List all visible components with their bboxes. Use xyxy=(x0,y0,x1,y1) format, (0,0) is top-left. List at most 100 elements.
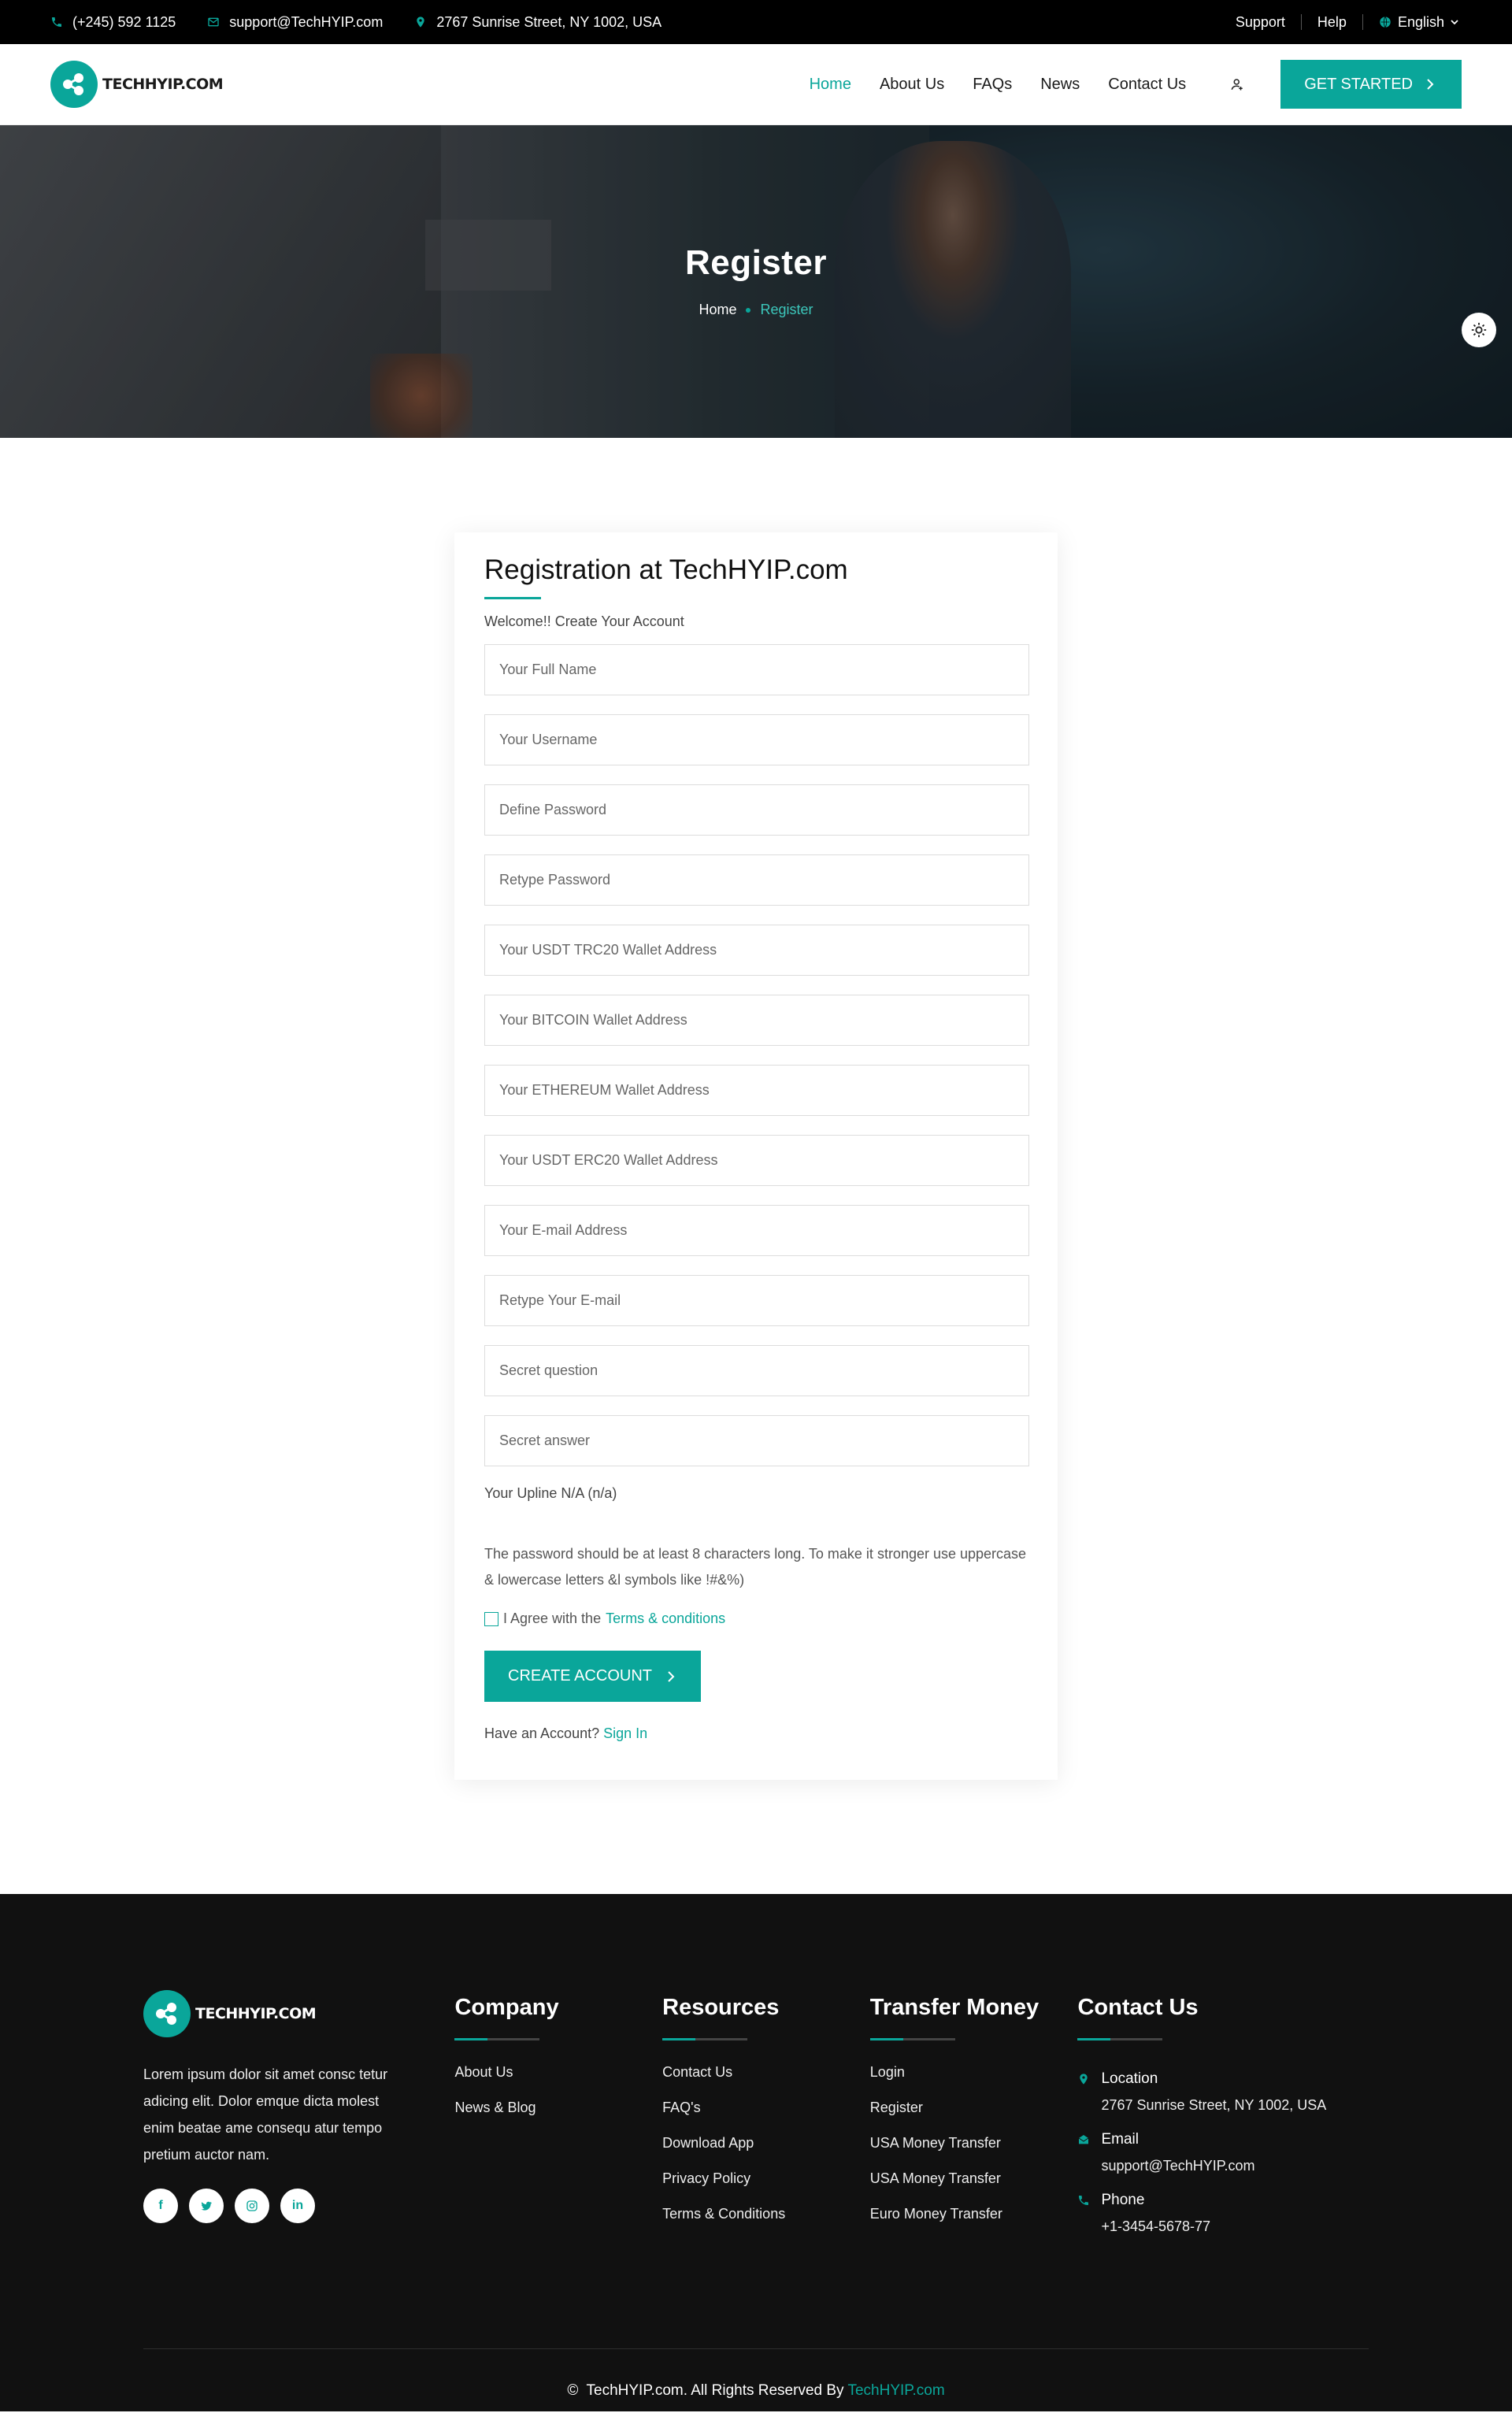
terms-link[interactable]: Terms & conditions xyxy=(606,1610,725,1627)
footer-link[interactable]: Euro Money Transfer xyxy=(870,2206,1078,2222)
footer-transfer-money: Transfer Money Login Register USA Money … xyxy=(869,1988,1078,2252)
footer-link[interactable]: About Us xyxy=(454,2064,662,2081)
breadcrumb-home[interactable]: Home xyxy=(699,302,736,318)
form-subtitle: Welcome!! Create Your Account xyxy=(484,613,684,629)
footer-link[interactable]: USA Money Transfer xyxy=(870,2135,1078,2152)
footer-resources: Resources Contact Us FAQ's Download App … xyxy=(662,1988,870,2252)
nav-faqs[interactable]: FAQs xyxy=(973,76,1012,94)
retype-email-field[interactable] xyxy=(484,1275,1029,1326)
footer-link[interactable]: FAQ's xyxy=(662,2100,870,2116)
breadcrumb-separator xyxy=(746,307,751,313)
contact-value[interactable]: +1-3454-5678-77 xyxy=(1101,2218,1210,2235)
page-title: Register xyxy=(684,243,828,282)
retype-password-field[interactable] xyxy=(484,854,1029,906)
user-icon[interactable] xyxy=(1228,76,1246,93)
location-pin-icon xyxy=(417,17,424,28)
footer-links: Login Register USA Money Transfer USA Mo… xyxy=(870,2064,1078,2222)
nav-contact-us[interactable]: Contact Us xyxy=(1108,76,1186,94)
twitter-icon[interactable] xyxy=(189,2189,224,2223)
username-field[interactable] xyxy=(484,714,1029,765)
bitcoin-field[interactable] xyxy=(484,995,1029,1046)
sign-in-link[interactable]: Sign In xyxy=(603,1725,647,1741)
site-footer: TECHHYIP.COM Lorem ipsum dolor sit amet … xyxy=(0,1894,1512,2411)
heading-underline xyxy=(662,2038,870,2040)
language-selector[interactable]: English xyxy=(1363,14,1462,31)
phone-icon xyxy=(52,17,61,27)
footer-link[interactable]: Privacy Policy xyxy=(662,2170,870,2187)
nav-news[interactable]: News xyxy=(1040,76,1080,94)
create-account-button[interactable]: CREATE ACCOUNT xyxy=(484,1651,701,1702)
bitcoin-input[interactable] xyxy=(499,1012,1014,1029)
chevron-right-icon xyxy=(1427,79,1434,90)
hero-content: Register Home Register xyxy=(0,243,1512,318)
site-logo[interactable]: TECHHYIP.COM xyxy=(50,61,224,108)
footer-contact: Contact Us Location 2767 Sunrise Street,… xyxy=(1077,1988,1369,2252)
heading-underline xyxy=(454,2038,662,2040)
social-links: f in xyxy=(143,2189,454,2223)
secret-question-field[interactable] xyxy=(484,1345,1029,1396)
topbar-email[interactable]: support@TechHYIP.com xyxy=(207,14,383,31)
contact-label: Phone xyxy=(1101,2192,1145,2208)
logo-icon xyxy=(50,61,98,108)
full-name-input[interactable] xyxy=(499,662,1014,678)
instagram-icon[interactable] xyxy=(235,2189,269,2223)
footer-link[interactable]: Terms & Conditions xyxy=(662,2206,870,2222)
usdt-trc20-field[interactable] xyxy=(484,925,1029,976)
footer-links: About Us News & Blog xyxy=(454,2064,662,2116)
footer-heading: Resources xyxy=(662,1995,780,2020)
copyright-link[interactable]: TechHYIP.com xyxy=(847,2382,944,2399)
ethereum-input[interactable] xyxy=(499,1082,1014,1099)
phone-icon xyxy=(1079,2196,1089,2205)
linkedin-icon[interactable]: in xyxy=(280,2189,315,2223)
topbar-phone-text: (+245) 592 1125 xyxy=(72,13,176,30)
footer-link[interactable]: Login xyxy=(870,2064,1078,2081)
retype-email-input[interactable] xyxy=(499,1292,1014,1309)
secret-question-input[interactable] xyxy=(499,1362,1014,1379)
secret-answer-field[interactable] xyxy=(484,1415,1029,1466)
topbar-email-text: support@TechHYIP.com xyxy=(229,13,384,30)
support-link[interactable]: Support xyxy=(1220,14,1301,31)
email-input[interactable] xyxy=(499,1222,1014,1239)
contact-phone: Phone +1-3454-5678-77 xyxy=(1077,2192,1369,2235)
footer-link[interactable]: News & Blog xyxy=(454,2100,662,2116)
copyright: © TechHYIP.com. All Rights Reserved By T… xyxy=(0,2382,1512,2400)
chevron-down-icon xyxy=(1451,20,1458,25)
contact-value[interactable]: support@TechHYIP.com xyxy=(1101,2158,1254,2174)
retype-password-input[interactable] xyxy=(499,872,1014,888)
agree-text: I Agree with the xyxy=(503,1610,602,1626)
envelope-icon xyxy=(1079,2135,1089,2144)
help-link[interactable]: Help xyxy=(1302,14,1362,31)
globe-icon xyxy=(1380,17,1391,28)
username-input[interactable] xyxy=(499,732,1014,748)
email-field[interactable] xyxy=(484,1205,1029,1256)
usdt-erc20-field[interactable] xyxy=(484,1135,1029,1186)
location-pin-icon xyxy=(1080,2074,1088,2085)
form-title: Registration at TechHYIP.com xyxy=(484,554,848,585)
password-hint: The password should be at least 8 charac… xyxy=(484,1546,1027,1588)
footer-link[interactable]: Download App xyxy=(662,2135,870,2152)
password-field[interactable] xyxy=(484,784,1029,836)
create-account-label: CREATE ACCOUNT xyxy=(508,1667,652,1685)
usdt-trc20-input[interactable] xyxy=(499,942,1014,958)
settings-toggle[interactable] xyxy=(1462,313,1496,347)
footer-link[interactable]: USA Money Transfer xyxy=(870,2170,1078,2187)
password-input[interactable] xyxy=(499,802,1014,818)
heading-underline xyxy=(1077,2038,1369,2040)
nav-home[interactable]: Home xyxy=(810,76,851,94)
nav-about-us[interactable]: About Us xyxy=(880,76,944,94)
have-account-text: Have an Account? xyxy=(484,1725,600,1741)
breadcrumb-current: Register xyxy=(760,302,813,317)
footer-link[interactable]: Contact Us xyxy=(662,2064,870,2081)
main-nav: Home About Us FAQs News Contact Us GET S… xyxy=(781,60,1462,109)
get-started-button[interactable]: GET STARTED xyxy=(1280,60,1462,109)
facebook-icon[interactable]: f xyxy=(143,2189,178,2223)
full-name-field[interactable] xyxy=(484,644,1029,695)
get-started-label: GET STARTED xyxy=(1304,75,1413,93)
secret-answer-input[interactable] xyxy=(499,1433,1014,1449)
ethereum-field[interactable] xyxy=(484,1065,1029,1116)
terms-checkbox[interactable] xyxy=(484,1611,498,1626)
usdt-erc20-input[interactable] xyxy=(499,1152,1014,1169)
footer-logo[interactable]: TECHHYIP.COM xyxy=(143,1990,454,2037)
topbar-phone[interactable]: (+245) 592 1125 xyxy=(50,14,176,31)
footer-link[interactable]: Register xyxy=(870,2100,1078,2116)
